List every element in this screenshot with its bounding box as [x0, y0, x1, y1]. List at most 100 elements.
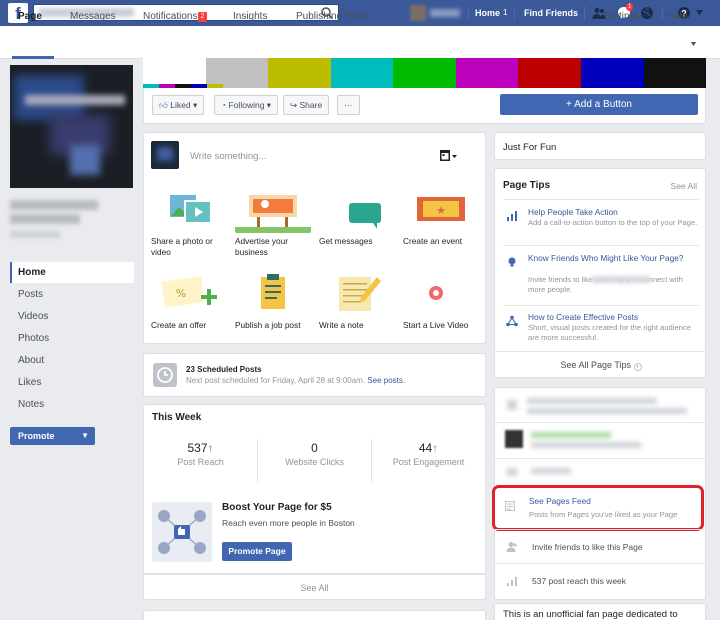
promote-page-button[interactable]: Promote Page: [222, 542, 292, 561]
advertise-business-tile[interactable]: Advertise your business: [235, 185, 311, 258]
tab-settings[interactable]: Settings: [604, 11, 640, 22]
home-link[interactable]: Home: [475, 8, 500, 18]
stat-value: 0: [311, 441, 318, 455]
post-engagement-stat[interactable]: 44↑ Post Engagement: [372, 441, 485, 467]
divider: [514, 6, 515, 20]
lightbulb-icon: [508, 257, 516, 267]
sidebar-item-likes[interactable]: Likes: [10, 372, 134, 393]
see-all-page-tips-link[interactable]: See All Page Tips ›: [495, 351, 707, 379]
get-messages-tile[interactable]: Get messages: [319, 185, 395, 247]
sidebar-item-photos[interactable]: Photos: [10, 328, 134, 349]
globe-notifications-icon[interactable]: [640, 6, 654, 20]
chevron-down-icon: [691, 42, 696, 46]
blurred-text: [531, 432, 611, 438]
up-arrow-icon: ↑: [432, 441, 439, 455]
invite-friends-item[interactable]: Invite friends to like this Page: [495, 529, 707, 563]
tile-label: Start a Live Video: [403, 320, 469, 330]
publish-job-post-tile[interactable]: Publish a job post: [235, 269, 311, 331]
share-photo-video-tile[interactable]: Share a photo or video: [151, 185, 227, 258]
more-options-button[interactable]: ···: [337, 95, 360, 115]
tip-help-people-take-action[interactable]: Help People Take Action Add a call-to-ac…: [495, 207, 707, 239]
page-activity-card: See Pages Feed Posts from Pages you've l…: [492, 387, 707, 600]
see-all-link[interactable]: See All: [143, 574, 486, 600]
tile-label: Create an offer: [151, 320, 207, 330]
calendar-icon[interactable]: [440, 149, 458, 163]
write-note-tile[interactable]: Write a note: [319, 269, 395, 331]
boost-subtitle: Reach even more people in Boston: [222, 518, 355, 528]
tab-help[interactable]: Help: [667, 11, 688, 22]
post-reach-stat[interactable]: 537↑ Post Reach: [144, 441, 257, 467]
sidebar-item-notes[interactable]: Notes: [10, 394, 134, 415]
tab-publishing-tools[interactable]: Publishing Tools: [296, 11, 368, 22]
share-icon: ↪: [290, 100, 298, 110]
tab-messages[interactable]: Messages: [70, 11, 116, 22]
tab-insights[interactable]: Insights: [233, 11, 267, 22]
create-offer-tile[interactable]: % Create an offer: [151, 269, 227, 331]
bar-chart-icon: [507, 211, 517, 221]
divider: [468, 6, 469, 20]
blurred-page-name: [591, 276, 651, 283]
blurred-text: [527, 398, 657, 404]
sidebar-item-posts[interactable]: Posts: [10, 284, 134, 305]
tile-image: [403, 269, 479, 317]
cover-photo[interactable]: [143, 58, 707, 88]
promote-button[interactable]: Promote ▼: [10, 427, 95, 445]
sidebar-item-about[interactable]: About: [10, 350, 134, 371]
tip-subtitle: Add a call-to-action button to the top o…: [528, 218, 698, 227]
write-something-input[interactable]: Write something...: [190, 151, 266, 162]
tile-image: [319, 185, 395, 233]
tip-effective-posts[interactable]: How to Create Effective Posts Short, vis…: [495, 312, 707, 344]
tile-label: Get messages: [319, 236, 373, 246]
tile-image: ★: [403, 185, 479, 233]
scheduled-subtitle-text: Next post scheduled for Friday, April 28…: [186, 376, 366, 385]
tile-image: %: [151, 269, 227, 317]
offer-icon: %: [161, 276, 217, 308]
page-profile-picture[interactable]: [10, 65, 133, 188]
post-reach-item[interactable]: 537 post reach this week: [495, 563, 707, 597]
page-name-blurred: [10, 214, 80, 224]
tab-page[interactable]: Page: [18, 11, 42, 22]
sidebar-item-videos[interactable]: Videos: [10, 306, 134, 327]
cover-color-bar: [393, 58, 456, 88]
following-label: Following: [228, 100, 265, 110]
see-posts-link[interactable]: See posts.: [367, 376, 405, 385]
reach-chart-icon: [507, 577, 517, 586]
page-category[interactable]: Just For Fun: [503, 142, 556, 153]
tile-image: [235, 269, 311, 317]
divider: [503, 199, 699, 200]
tip-title: Help People Take Action: [528, 207, 618, 217]
share-button[interactable]: ↪ Share: [283, 95, 330, 115]
liked-button[interactable]: 👍︎ Liked ▾: [152, 95, 205, 115]
svg-text:%: %: [176, 287, 186, 300]
profile-link[interactable]: [410, 5, 464, 21]
rss-icon: ◔: [221, 100, 227, 110]
notifications-badge: 2: [198, 12, 207, 22]
tab-notifications[interactable]: Notifications: [143, 11, 197, 22]
divider: [662, 6, 663, 20]
cover-color-bar: [268, 58, 331, 88]
chevron-down-icon[interactable]: [696, 10, 703, 15]
feed-icon: [505, 501, 515, 511]
tile-image: [235, 185, 311, 233]
tip-know-friends[interactable]: Know Friends Who Might Like Your Page? I…: [495, 253, 707, 301]
svg-text:★: ★: [436, 204, 446, 217]
add-a-button-button[interactable]: + Add a Button: [500, 94, 698, 115]
page-tips-see-all-link[interactable]: See All: [671, 181, 697, 191]
see-pages-feed-item[interactable]: See Pages Feed Posts from Pages you've l…: [492, 485, 704, 531]
cover-color-bar: [330, 58, 394, 88]
tile-label: Share a photo or video: [151, 236, 213, 257]
sidebar-item-home[interactable]: Home: [10, 262, 134, 283]
find-friends-link[interactable]: Find Friends: [524, 8, 578, 18]
create-event-tile[interactable]: ★ Create an event: [403, 185, 479, 247]
avatar: [410, 5, 426, 21]
blurred-icon: [507, 400, 517, 410]
website-clicks-stat[interactable]: 0 Website Clicks: [258, 441, 371, 467]
active-tab-indicator: [12, 56, 54, 59]
start-live-video-tile[interactable]: Start a Live Video: [403, 269, 479, 331]
tip-title: How to Create Effective Posts: [528, 312, 639, 322]
chat-bubble-icon: [335, 193, 381, 229]
following-button[interactable]: ◔ Following ▾: [214, 95, 279, 115]
scheduled-posts-card[interactable]: 23 Scheduled Posts Next post scheduled f…: [143, 353, 486, 397]
see-all-page-tips-label: See All Page Tips: [560, 360, 632, 370]
thumbs-up-icon: 👍︎: [159, 100, 168, 110]
